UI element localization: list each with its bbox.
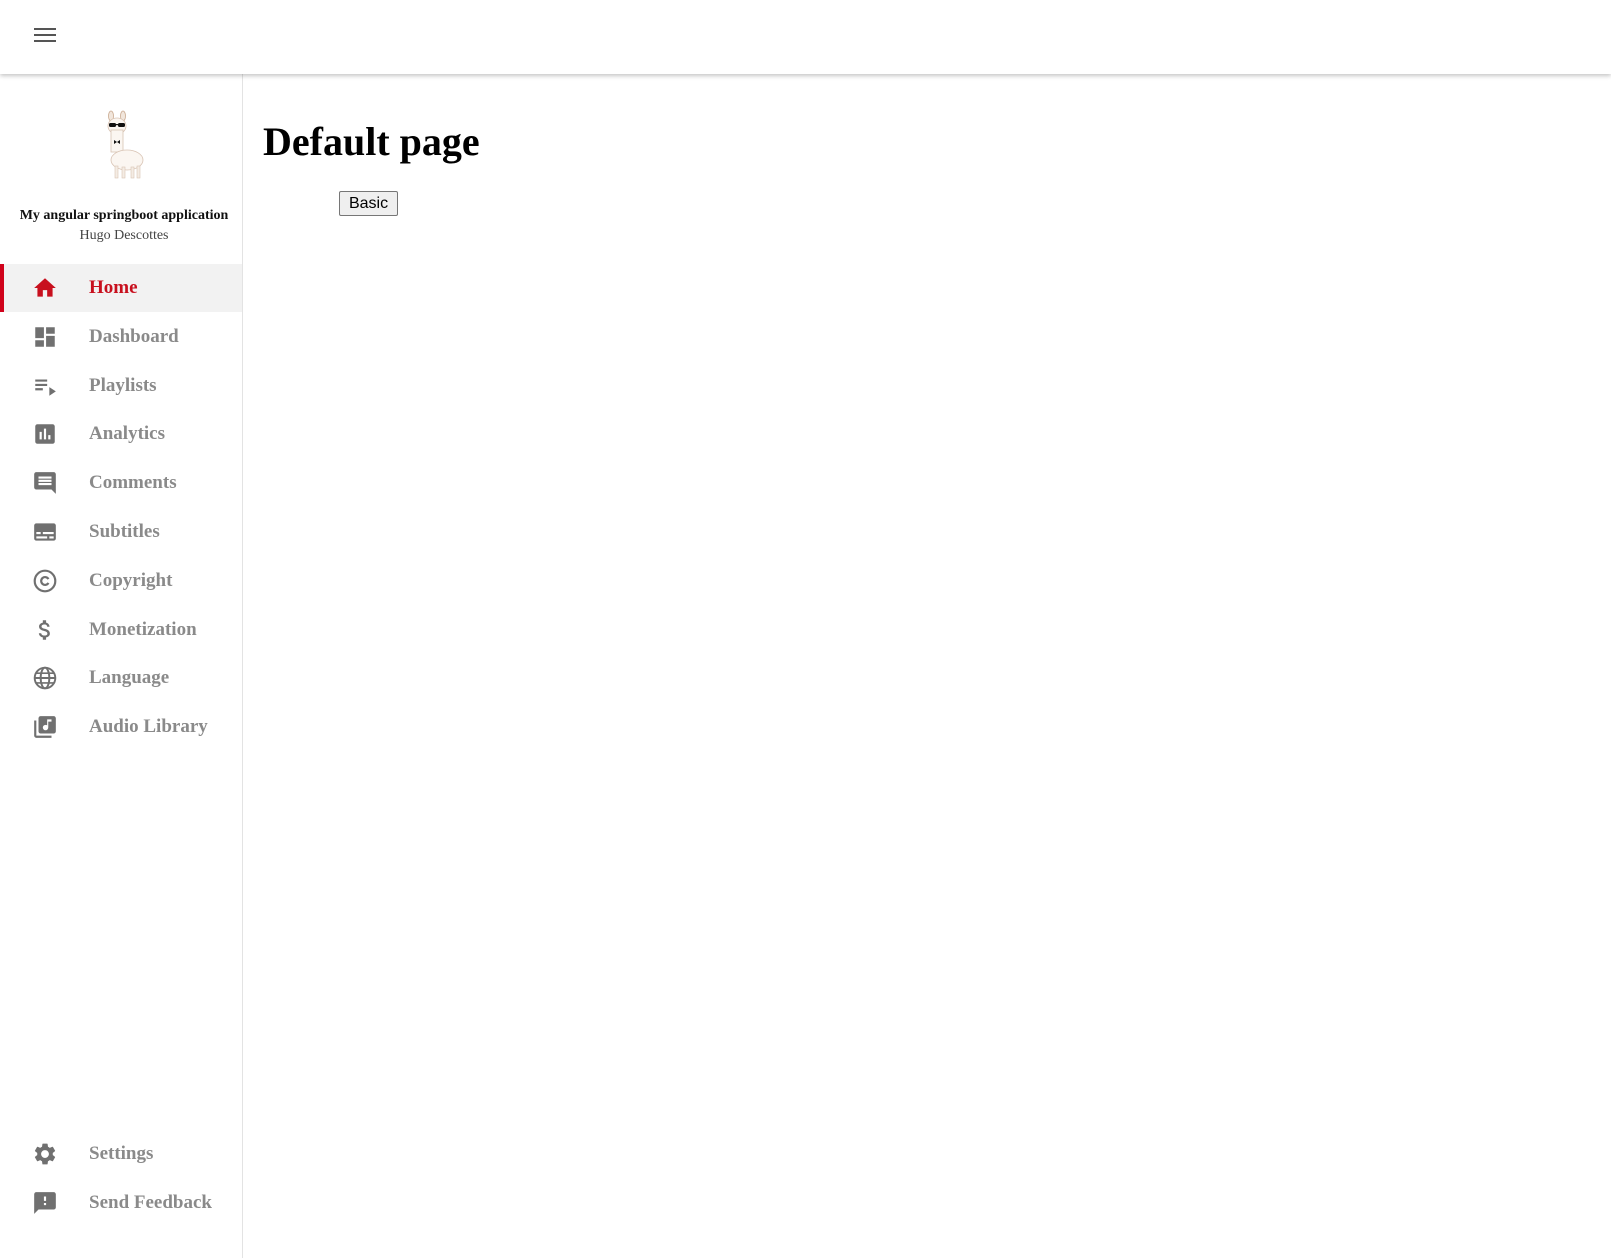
sidebar-item-label: Home — [89, 277, 138, 298]
sidebar-item-label: Copyright — [89, 569, 173, 591]
home-icon — [32, 275, 58, 301]
sidebar-item-label: Subtitles — [89, 520, 160, 542]
sidebar-item-label: Audio Library — [89, 716, 208, 738]
hamburger-menu-icon — [34, 28, 56, 42]
llama-avatar-icon — [107, 110, 144, 179]
copyright-icon — [32, 568, 58, 594]
globe-icon — [32, 665, 58, 691]
sidebar-item-home[interactable]: Home — [0, 264, 242, 312]
feedback-icon — [32, 1190, 58, 1216]
sidebar-item-label: Language — [89, 667, 170, 689]
sidebar-item-label: Comments — [89, 472, 177, 494]
sidebar-item-comments[interactable]: Comments — [0, 459, 242, 507]
analytics-icon — [32, 421, 58, 447]
gear-icon — [32, 1141, 58, 1167]
sidebar-item-label: Analytics — [89, 423, 165, 445]
sidebar-item-dashboard[interactable]: Dashboard — [0, 313, 242, 361]
sidebar-item-label: Send Feedback — [89, 1191, 212, 1213]
menu-button[interactable] — [30, 20, 60, 50]
sidebar-item-label: Settings — [89, 1143, 154, 1164]
sidebar-item-settings[interactable]: Settings — [0, 1130, 242, 1178]
app-author: Hugo Descottes — [79, 228, 169, 243]
sidebar-bottom-nav: Settings Send Feedback — [0, 1130, 242, 1228]
playlist-icon — [32, 373, 58, 399]
sidebar-item-language[interactable]: Language — [0, 654, 242, 702]
sidebar-item-copyright[interactable]: Copyright — [0, 557, 242, 605]
sidebar-nav: Home Dashboard Playlists Analytics Comme… — [0, 264, 242, 752]
sidebar: My angular springboot application Hugo D… — [0, 74, 243, 1258]
sidebar-item-audio-library[interactable]: Audio Library — [0, 703, 242, 751]
dashboard-icon — [32, 324, 58, 350]
sidebar-item-monetization[interactable]: Monetization — [0, 606, 242, 654]
music-library-icon — [32, 714, 58, 740]
sidebar-item-label: Playlists — [89, 374, 157, 396]
page-title: Default page — [263, 119, 480, 164]
sidebar-item-analytics[interactable]: Analytics — [0, 410, 242, 458]
sidebar-item-label: Monetization — [89, 618, 197, 640]
basic-button[interactable]: Basic — [339, 191, 398, 216]
app-title: My angular springboot application — [19, 208, 229, 223]
sidebar-item-label: Dashboard — [89, 325, 179, 347]
subtitles-icon — [32, 519, 58, 545]
dollar-icon — [32, 617, 58, 643]
top-app-bar — [0, 0, 1611, 74]
sidebar-item-subtitles[interactable]: Subtitles — [0, 508, 242, 556]
sidebar-item-send-feedback[interactable]: Send Feedback — [0, 1179, 242, 1227]
comment-icon — [32, 470, 58, 496]
sidebar-item-playlists[interactable]: Playlists — [0, 362, 242, 410]
